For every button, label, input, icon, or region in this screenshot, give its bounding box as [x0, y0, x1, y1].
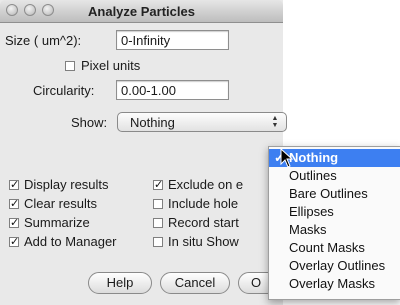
menu-item-overlay-masks[interactable]: Overlay Masks	[269, 275, 400, 293]
include-holes-label: Include hole	[168, 196, 239, 211]
exclude-on-edges-checkbox[interactable]: ✓	[153, 180, 163, 191]
dialog-body	[0, 23, 283, 305]
circularity-field[interactable]: 0.00-1.00	[116, 80, 229, 100]
size-field[interactable]: 0-Infinity	[116, 30, 229, 50]
menu-item-ellipses[interactable]: Ellipses	[269, 203, 400, 221]
window-title: Analyze Particles	[88, 4, 195, 19]
size-label: Size ( um^2):	[5, 33, 82, 48]
menu-item-overlay-outlines[interactable]: Overlay Outlines	[269, 257, 400, 275]
cancel-button[interactable]: Cancel	[160, 272, 230, 294]
summarize-label: Summarize	[24, 215, 90, 230]
record-starts-checkbox[interactable]	[153, 218, 163, 228]
menu-item-outlines[interactable]: Outlines	[269, 167, 400, 185]
exclude-on-edges-label: Exclude on e	[168, 177, 244, 192]
select-arrows-icon: ▲ ▼	[271, 115, 279, 129]
display-results-checkbox[interactable]: ✓	[9, 180, 19, 191]
record-starts-label: Record start	[168, 215, 239, 230]
title-bar[interactable]: Analyze Particles	[0, 0, 283, 23]
show-label: Show:	[71, 115, 108, 130]
menu-item-count-masks[interactable]: Count Masks	[269, 239, 400, 257]
circularity-label: Circularity:	[33, 83, 95, 98]
analyze-particles-dialog: Analyze Particles Size ( um^2): 0-Infini…	[0, 0, 400, 305]
show-dropdown-menu: ✓ Nothing Outlines Bare Outlines Ellipse…	[268, 146, 400, 300]
add-to-manager-checkbox[interactable]: ✓	[9, 237, 19, 248]
clear-results-checkbox[interactable]: ✓	[9, 199, 19, 210]
include-holes-checkbox[interactable]	[153, 199, 163, 209]
menu-item-bare-outlines[interactable]: Bare Outlines	[269, 185, 400, 203]
help-button[interactable]: Help	[88, 272, 152, 294]
clear-results-label: Clear results	[24, 196, 97, 211]
summarize-checkbox[interactable]: ✓	[9, 218, 19, 229]
mouse-pointer-icon	[280, 148, 294, 168]
show-select[interactable]: Nothing ▲ ▼	[117, 112, 287, 132]
pixel-units-label: Pixel units	[81, 58, 141, 73]
menu-item-label: Nothing	[289, 150, 339, 165]
add-to-manager-label: Add to Manager	[24, 234, 117, 249]
pixel-units-checkbox[interactable]	[65, 61, 75, 71]
in-situ-show-checkbox[interactable]	[153, 237, 163, 247]
menu-item-masks[interactable]: Masks	[269, 221, 400, 239]
in-situ-show-label: In situ Show	[168, 234, 239, 249]
show-select-value: Nothing	[130, 115, 175, 130]
display-results-label: Display results	[24, 177, 109, 192]
